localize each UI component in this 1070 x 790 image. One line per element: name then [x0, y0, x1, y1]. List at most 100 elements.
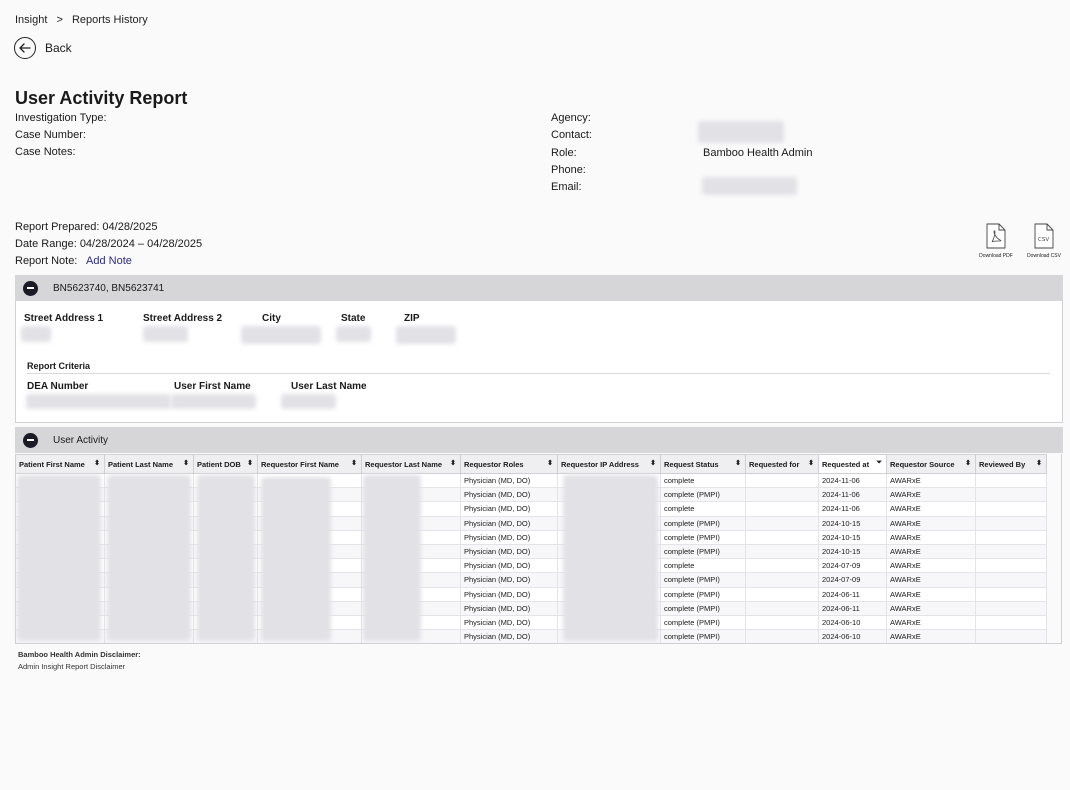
identifier-section-title: BN5623740, BN5623741 — [53, 282, 165, 294]
cell-source: AWARxE — [886, 558, 976, 574]
column-header[interactable]: Patient First Name ⬍ — [15, 454, 105, 474]
criteria-divider — [27, 373, 1050, 374]
column-header[interactable]: Requested for ⬍ — [745, 454, 819, 474]
download-csv-button[interactable]: CSV Download CSV — [1021, 223, 1067, 259]
page-title: User Activity Report — [15, 88, 188, 108]
activity-section-title: User Activity — [53, 434, 109, 446]
column-header[interactable]: Requestor Source ⬍ — [886, 454, 976, 474]
cell-role: Physician (MD, DO) — [460, 614, 558, 631]
cell-source: AWARxE — [886, 472, 976, 489]
patient-dob-redacted — [197, 475, 255, 641]
cell-status: complete (PMPI) — [660, 629, 746, 645]
download-csv-label: Download CSV — [1027, 253, 1061, 259]
csv-file-icon: CSV — [1034, 223, 1054, 249]
cell-requested-at: 2024-11-06 — [818, 501, 887, 517]
column-header[interactable]: Requestor First Name ⬍ — [257, 454, 362, 474]
city-redacted — [241, 326, 321, 344]
report-note-label: Report Note: — [15, 255, 78, 267]
email-value-redacted — [702, 177, 797, 195]
arrow-left-icon — [14, 37, 36, 59]
cell-requested-at: 2024-07-09 — [818, 572, 887, 588]
cell-source: AWARxE — [886, 543, 976, 560]
cell-role: Physician (MD, DO) — [460, 472, 558, 489]
investigation-type-label: Investigation Type: — [15, 112, 107, 124]
cell-source: AWARxE — [886, 614, 976, 631]
table-cell — [745, 586, 819, 602]
contact-value-redacted — [698, 121, 784, 143]
cell-role: Physician (MD, DO) — [460, 586, 558, 602]
requestor-first-name-redacted — [261, 477, 331, 641]
cell-requested-at: 2024-10-15 — [818, 543, 887, 560]
cell-requested-at: 2024-07-09 — [818, 558, 887, 574]
cell-source: AWARxE — [886, 600, 976, 616]
breadcrumb-separator: > — [56, 14, 63, 26]
cell-source: AWARxE — [886, 515, 976, 531]
contact-label: Contact: — [551, 129, 592, 141]
add-note-link[interactable]: Add Note — [86, 255, 132, 267]
cell-requested-at: 2024-06-10 — [818, 614, 887, 631]
identifier-section-header[interactable]: BN5623740, BN5623741 — [15, 275, 1063, 301]
cell-source: AWARxE — [886, 572, 976, 588]
cell-role: Physician (MD, DO) — [460, 487, 558, 503]
table-cell — [975, 543, 1047, 560]
breadcrumb-root-link[interactable]: Insight — [15, 14, 47, 26]
report-criteria-title: Report Criteria — [27, 361, 91, 371]
cell-role: Physician (MD, DO) — [460, 600, 558, 616]
table-cell — [745, 558, 819, 574]
city-header: City — [262, 313, 281, 324]
column-header[interactable]: Requested at ⏷ — [818, 454, 887, 474]
cell-requested-at: 2024-06-10 — [818, 629, 887, 645]
cell-status: complete (PMPI) — [660, 529, 746, 545]
sort-icon: ⬍ — [650, 460, 656, 467]
download-pdf-button[interactable]: Download PDF — [973, 223, 1019, 259]
cell-status: complete (PMPI) — [660, 614, 746, 631]
sort-icon: ⬍ — [450, 460, 456, 467]
dea-number-header: DEA Number — [27, 381, 89, 392]
agency-label: Agency: — [551, 112, 591, 124]
table-header-row: Patient First Name ⬍ Patient Last Name ⬍ P… — [15, 454, 1047, 474]
cell-requested-at: 2024-10-15 — [818, 515, 887, 531]
table-cell — [745, 529, 819, 545]
column-header[interactable]: Patient Last Name ⬍ — [104, 454, 194, 474]
collapse-icon[interactable] — [23, 432, 38, 448]
back-button[interactable]: Back — [14, 37, 72, 59]
table-cell — [975, 472, 1047, 489]
role-value: Bamboo Health Admin — [703, 147, 813, 159]
column-header[interactable]: Patient DOB ⬍ — [193, 454, 258, 474]
table-cell — [745, 629, 819, 645]
table-cell — [745, 487, 819, 503]
cell-requested-at: 2024-11-06 — [818, 487, 887, 503]
table-cell — [975, 586, 1047, 602]
table-cell — [745, 501, 819, 517]
table-cell — [745, 614, 819, 631]
cell-source: AWARxE — [886, 629, 976, 645]
zip-header: ZIP — [404, 313, 420, 324]
requestor-last-name-redacted — [363, 475, 421, 641]
column-header[interactable]: Requestor IP Address ⬍ — [557, 454, 661, 474]
user-last-name-redacted — [281, 394, 336, 409]
column-header[interactable]: Request Status ⬍ — [660, 454, 746, 474]
cell-requested-at: 2024-10-15 — [818, 529, 887, 545]
cell-status: complete (PMPI) — [660, 487, 746, 503]
cell-role: Physician (MD, DO) — [460, 501, 558, 517]
sort-icon: ⬍ — [965, 460, 971, 467]
email-label: Email: — [551, 181, 582, 193]
column-header[interactable]: Requestor Last Name ⬍ — [361, 454, 461, 474]
cell-role: Physician (MD, DO) — [460, 572, 558, 588]
column-header[interactable]: Requestor Roles ⬍ — [460, 454, 558, 474]
activity-section-header[interactable]: User Activity — [15, 427, 1063, 453]
sort-icon: ⬍ — [351, 460, 357, 467]
table-cell — [975, 487, 1047, 503]
cell-role: Physician (MD, DO) — [460, 515, 558, 531]
column-header[interactable]: Reviewed By ⬍ — [975, 454, 1047, 474]
table-cell — [745, 572, 819, 588]
table-cell — [745, 600, 819, 616]
cell-source: AWARxE — [886, 586, 976, 602]
sort-icon: ⬍ — [247, 460, 253, 467]
case-number-label: Case Number: — [15, 129, 86, 141]
table-cell — [745, 472, 819, 489]
user-first-name-redacted — [171, 394, 256, 409]
collapse-icon[interactable] — [23, 280, 38, 296]
table-cell — [975, 600, 1047, 616]
table-cell — [745, 515, 819, 531]
